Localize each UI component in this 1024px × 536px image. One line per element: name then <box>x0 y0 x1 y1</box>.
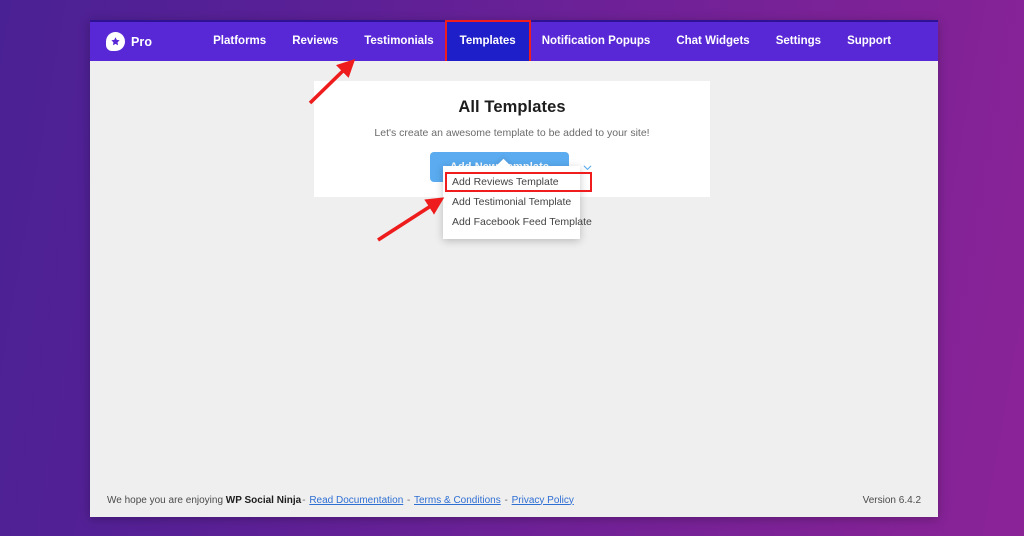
nav-item-platforms[interactable]: Platforms <box>200 22 279 61</box>
dropdown-item-add-reviews-template[interactable]: Add Reviews Template <box>443 172 580 192</box>
nav-item-chat-widgets[interactable]: Chat Widgets <box>663 22 762 61</box>
footer-separator-3: - <box>503 495 508 506</box>
version-label: Version 6.4.2 <box>863 495 921 506</box>
footer-link-read-documentation[interactable]: Read Documentation <box>309 495 403 506</box>
footer-link-terms-conditions[interactable]: Terms & Conditions <box>414 495 501 506</box>
add-template-dropdown-menu: Add Reviews Template Add Testimonial Tem… <box>443 166 580 239</box>
app-window: Pro Platforms Reviews Testimonials Templ… <box>90 20 938 517</box>
brand-label: Pro <box>131 35 152 49</box>
footer: We hope you are enjoying WP Social Ninja… <box>90 483 938 517</box>
nav-item-notification-popups[interactable]: Notification Popups <box>529 22 664 61</box>
star-bubble-logo-icon <box>106 32 125 51</box>
nav-item-testimonials[interactable]: Testimonials <box>351 22 446 61</box>
brand-logo[interactable]: Pro <box>106 32 152 51</box>
nav-item-settings[interactable]: Settings <box>763 22 834 61</box>
footer-link-privacy-policy[interactable]: Privacy Policy <box>512 495 574 506</box>
footer-separator-1: - <box>301 495 306 506</box>
page-subtitle: Let's create an awesome template to be a… <box>314 117 710 139</box>
chevron-down-icon[interactable] <box>581 161 594 174</box>
footer-separator-2: - <box>406 495 411 506</box>
nav-item-support[interactable]: Support <box>834 22 904 61</box>
nav-item-reviews[interactable]: Reviews <box>279 22 351 61</box>
page-title: All Templates <box>314 81 710 117</box>
footer-product-name: WP Social Ninja <box>226 495 301 506</box>
footer-message: We hope you are enjoying WP Social Ninja… <box>107 495 574 506</box>
dropdown-item-add-facebook-feed-template[interactable]: Add Facebook Feed Template <box>443 212 580 232</box>
nav-item-templates[interactable]: Templates <box>447 22 529 61</box>
top-navigation-bar: Pro Platforms Reviews Testimonials Templ… <box>90 20 938 61</box>
dropdown-item-add-testimonial-template[interactable]: Add Testimonial Template <box>443 192 580 212</box>
page-body: All Templates Let's create an awesome te… <box>90 61 938 517</box>
footer-intro-text: We hope you are enjoying <box>107 495 226 506</box>
